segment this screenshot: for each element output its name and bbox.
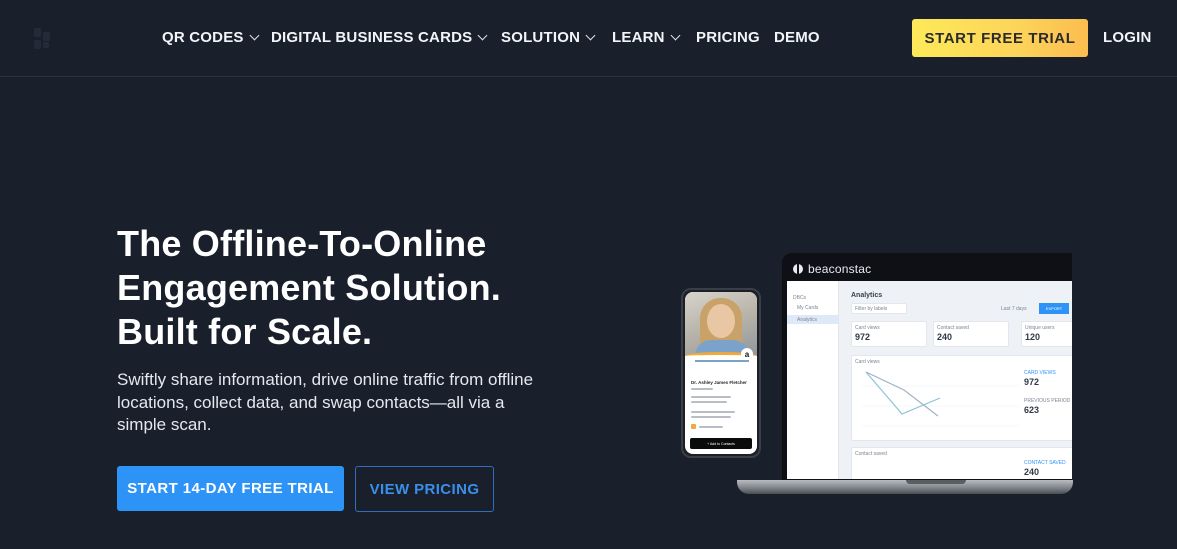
nav-item-demo[interactable]: DEMO: [774, 29, 820, 46]
start-14-day-trial-button[interactable]: START 14-DAY FREE TRIAL: [117, 466, 344, 511]
contact-saved-chart: Contact saved CONTACT SAVED 240: [851, 447, 1072, 479]
stat-value: 120: [1025, 332, 1041, 342]
stat-card: Card views 972: [851, 321, 927, 347]
company-logo-icon: a: [741, 348, 753, 360]
add-to-contacts-button: + Add to Contacts: [690, 438, 752, 449]
top-navigation: QR CODES DIGITAL BUSINESS CARDS SOLUTION…: [0, 0, 1177, 77]
chevron-down-icon: [249, 30, 260, 41]
card-text-line: [691, 416, 731, 418]
card-text-line: [691, 388, 713, 390]
laptop-notch: [906, 480, 966, 484]
login-link[interactable]: LOGIN: [1103, 29, 1152, 46]
nav-item-digital-business-cards[interactable]: DIGITAL BUSINESS CARDS: [271, 29, 488, 46]
hero-title-line: Built for Scale.: [117, 311, 373, 352]
nav-label: LEARN: [612, 29, 665, 46]
export-button: EXPORT: [1039, 303, 1069, 314]
stat-value: 240: [937, 332, 953, 342]
phone-mockup: a Dr. Ashley James Fletcher + Add to Con…: [681, 288, 761, 458]
chart-title: Card views: [855, 359, 880, 365]
dashboard-sidebar: DBCs My Cards Analytics: [787, 281, 839, 479]
logo-icon[interactable]: [28, 24, 56, 52]
nav-item-solution[interactable]: SOLUTION: [501, 29, 596, 46]
stat-label: Card views: [855, 325, 880, 331]
stat-label: Unique users: [1025, 325, 1055, 331]
dashboard-screen: DBCs My Cards Analytics Analytics Filter…: [787, 281, 1072, 479]
hero-title: The Offline-To-Online Engagement Solutio…: [117, 222, 557, 354]
analytics-title: Analytics: [851, 292, 883, 299]
nav-item-pricing[interactable]: PRICING: [696, 29, 760, 46]
previous-period-line: [865, 371, 939, 417]
sidebar-item-my-cards: My Cards: [797, 305, 819, 311]
business-card-screen: a Dr. Ashley James Fletcher + Add to Con…: [685, 292, 757, 454]
chevron-down-icon: [477, 30, 488, 41]
hero-title-line: Engagement Solution.: [117, 267, 502, 308]
line-chart: [862, 371, 1019, 427]
nav-item-qr-codes[interactable]: QR CODES: [162, 29, 260, 46]
card-holder-name: Dr. Ashley James Fletcher: [691, 380, 747, 385]
legend-label: CONTACT SAVED: [1024, 460, 1066, 466]
stat-value: 972: [855, 332, 871, 342]
card-text-line: [699, 426, 723, 428]
nav-label: DIGITAL BUSINESS CARDS: [271, 29, 473, 46]
stat-card: Contact saved 240: [933, 321, 1009, 347]
app-topbar: beaconstac: [787, 257, 1072, 281]
nav-item-learn[interactable]: LEARN: [612, 29, 681, 46]
hero-subtitle: Swiftly share information, drive online …: [117, 370, 534, 434]
brand: beaconstac: [793, 262, 871, 276]
brand-name: beaconstac: [808, 262, 872, 276]
hero-title-line: The Offline-To-Online: [117, 223, 487, 264]
legend-label: PREVIOUS PERIOD: [1024, 398, 1071, 404]
card-text-line: [691, 396, 731, 398]
start-free-trial-button[interactable]: START FREE TRIAL: [912, 19, 1088, 57]
chevron-down-icon: [670, 30, 681, 41]
card-views-line: [865, 371, 941, 415]
card-views-chart: Card views CARD VIEWS 972 PREVIOUS PERIO…: [851, 355, 1072, 441]
sidebar-item-analytics: Analytics: [797, 317, 818, 323]
card-text-line: [691, 411, 735, 413]
filter-select: Filter by labels: [851, 303, 907, 314]
phone-icon: [691, 424, 696, 429]
legend-value: 623: [1024, 405, 1040, 415]
stat-card: Unique users 120: [1021, 321, 1072, 347]
legend-value: 972: [1024, 377, 1040, 387]
beaconstac-logo-icon: [793, 264, 803, 274]
stat-label: Contact saved: [937, 325, 969, 331]
chevron-down-icon: [585, 30, 596, 41]
chart-title: Contact saved: [855, 451, 887, 457]
legend-label: CARD VIEWS: [1024, 370, 1056, 376]
nav-label: QR CODES: [162, 29, 244, 46]
card-text-line: [691, 401, 727, 403]
dashboard-main: Analytics Filter by labels Last 7 days E…: [845, 281, 1072, 479]
nav-label: SOLUTION: [501, 29, 581, 46]
date-range: Last 7 days: [1001, 306, 1027, 312]
laptop-mockup: beaconstac DBCs My Cards Analytics Analy…: [782, 253, 1072, 483]
view-pricing-button[interactable]: VIEW PRICING: [355, 466, 494, 512]
legend-value: 240: [1024, 467, 1040, 477]
sidebar-section: DBCs: [793, 295, 807, 301]
laptop-base: [737, 480, 1073, 494]
filter-placeholder: Filter by labels: [855, 306, 888, 312]
